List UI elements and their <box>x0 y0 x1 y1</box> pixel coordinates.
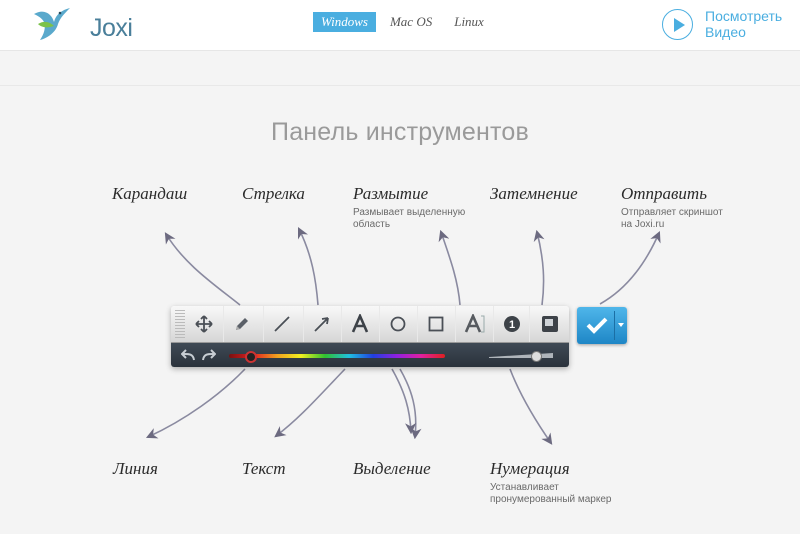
rectangle-tool-button[interactable] <box>417 306 454 342</box>
checkmark-icon <box>586 317 608 334</box>
arrow-text <box>274 368 346 438</box>
editor-toolbar: 1 <box>171 306 569 367</box>
blur-text-icon <box>464 314 485 333</box>
label-send: Отправить <box>621 184 707 203</box>
drag-handle[interactable] <box>175 310 185 338</box>
label-selection: Выделение <box>353 459 431 478</box>
label-text: Текст <box>242 459 286 478</box>
chevron-down-icon[interactable] <box>618 323 624 327</box>
darken-tool-button[interactable] <box>529 306 569 342</box>
label-numbering: Нумерация <box>490 459 570 478</box>
undo-icon[interactable] <box>181 349 195 361</box>
line-tool-button[interactable] <box>263 306 300 342</box>
brush-size-knob[interactable] <box>531 351 542 362</box>
text-tool-button[interactable] <box>341 306 378 342</box>
redo-icon[interactable] <box>202 349 216 361</box>
send-button[interactable] <box>577 307 627 344</box>
toolbar-options-row <box>171 343 569 367</box>
arrow-darken <box>533 229 545 306</box>
arrow-selection <box>399 368 422 440</box>
arrow-line <box>145 368 246 439</box>
pencil-tool-button[interactable] <box>223 306 260 342</box>
text-icon <box>351 314 369 333</box>
toolbar-tools-row: 1 <box>171 306 569 343</box>
blur-tool-button[interactable] <box>455 306 492 342</box>
desc-send: Отправляет скриншот на Joxi.ru <box>621 207 723 230</box>
arrow-tool-button[interactable] <box>303 306 340 342</box>
color-picker-slider[interactable] <box>229 354 445 358</box>
numbering-tool-button[interactable]: 1 <box>493 306 530 342</box>
arrow-blur <box>438 229 461 306</box>
brush-size-slider[interactable] <box>489 353 553 358</box>
arrow-send <box>599 230 661 305</box>
arrow-selection-2 <box>391 368 417 435</box>
label-line: Линия <box>113 459 158 478</box>
arrow-arrow <box>297 226 319 306</box>
ellipse-icon <box>390 316 406 332</box>
label-pencil: Карандаш <box>112 184 188 203</box>
ellipse-tool-button[interactable] <box>379 306 416 342</box>
label-blur: Размытие <box>353 184 429 203</box>
desc-numbering: Устанавливает пронумерованный маркер <box>490 482 612 505</box>
arrow-pencil <box>164 232 241 306</box>
darken-icon <box>542 316 558 332</box>
desc-blur: Размывает выделенную область <box>353 207 466 230</box>
line-icon <box>274 316 290 332</box>
label-arrow: Стрелка <box>242 184 305 203</box>
color-picker-knob[interactable] <box>245 351 257 363</box>
move-tool-button[interactable] <box>187 306 221 342</box>
numbering-value: 1 <box>509 319 515 331</box>
arrow-icon <box>314 317 329 332</box>
label-darken: Затемнение <box>490 184 578 203</box>
move-icon <box>195 315 213 333</box>
arrow-numbering <box>509 368 553 445</box>
send-button-separator <box>614 311 615 340</box>
pencil-icon <box>236 318 248 330</box>
numbering-icon: 1 <box>504 316 520 332</box>
pointer-arrows <box>145 226 661 445</box>
rectangle-icon <box>428 316 444 332</box>
